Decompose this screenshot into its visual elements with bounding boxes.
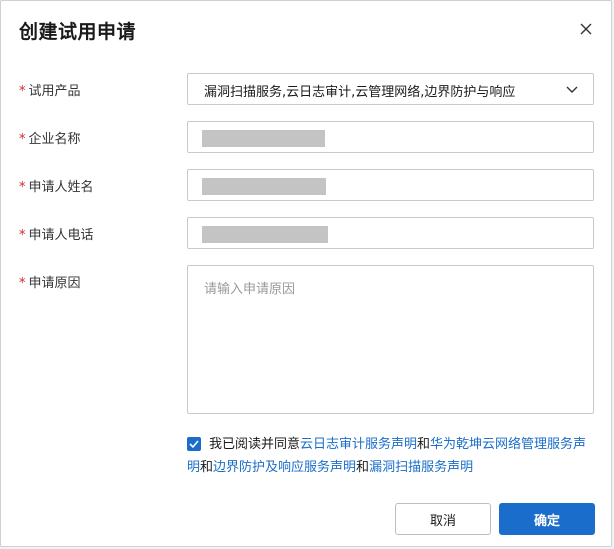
trial-product-value: 漏洞扫描服务,云日志审计,云管理网络,边界防护与响应 [204,85,516,100]
link-vuln-scan-statement[interactable]: 漏洞扫描服务声明 [369,460,473,475]
redacted-value [202,226,328,243]
applicant-name-input[interactable] [187,169,594,201]
required-mark: * [19,180,26,195]
company-name-input[interactable] [187,121,594,153]
required-mark: * [19,228,26,243]
reason-placeholder: 请输入申请原因 [204,282,296,297]
link-log-audit-statement[interactable]: 云日志审计服务声明 [300,437,417,452]
chevron-down-icon [566,86,578,93]
dialog-title: 创建试用申请 [19,21,137,43]
create-trial-dialog: 创建试用申请 * 试用产品 漏洞扫描服务,云日志审计,云管理网络,边界防护与响应 … [0,0,612,547]
redacted-value [202,130,325,147]
cancel-button[interactable]: 取消 [395,503,491,535]
company-name-label: * 企业名称 [19,132,81,147]
trial-product-label: * 试用产品 [19,84,81,99]
agreement-prefix: 我已阅读并同意 [209,437,301,452]
close-icon [580,23,592,35]
agreement-checkbox[interactable] [187,437,201,451]
trial-product-select[interactable]: 漏洞扫描服务,云日志审计,云管理网络,边界防护与响应 [187,73,594,105]
applicant-phone-label: * 申请人电话 [19,228,94,243]
reason-textarea[interactable]: 请输入申请原因 [187,265,594,414]
check-icon [189,440,199,449]
link-border-protection-statement[interactable]: 边界防护及响应服务声明 [213,460,356,475]
required-mark: * [19,84,26,99]
agreement-text: 我已阅读并同意云日志审计服务声明和华为乾坤云网络管理服务声明和边界防护及响应服务… [187,437,587,475]
required-mark: * [19,132,26,147]
applicant-phone-input[interactable] [187,217,594,249]
confirm-button[interactable]: 确定 [499,503,595,535]
required-mark: * [19,276,26,291]
close-button[interactable] [575,18,597,40]
reason-label: * 申请原因 [19,276,81,291]
applicant-name-label: * 申请人姓名 [19,180,94,195]
redacted-value [202,178,326,195]
